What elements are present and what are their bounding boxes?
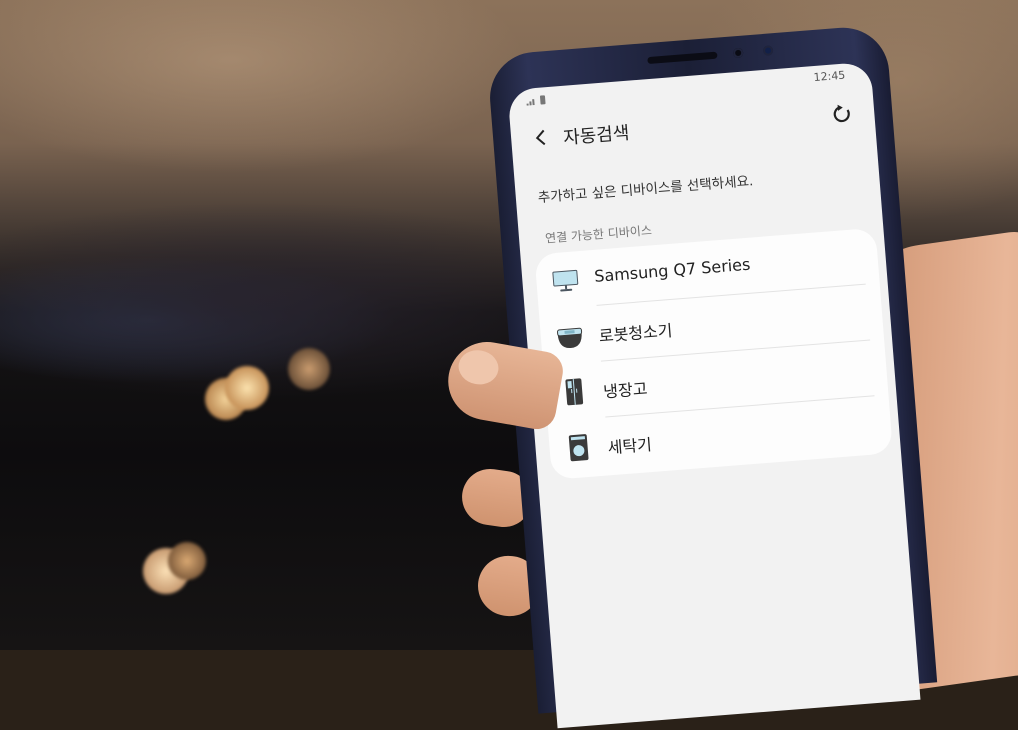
signal-icon [526,99,535,106]
refresh-icon [833,104,850,123]
section-label: 연결 가능한 디바이스 [544,223,653,246]
status-time: 12:45 [813,68,846,85]
device-label: 세탁기 [607,434,653,458]
device-label: 로봇청소기 [598,320,674,346]
bokeh-light [288,348,330,390]
bokeh-light [225,366,269,410]
device-list: Samsung Q7 Series 로봇청소기 냉장고 세탁기 [534,227,894,480]
iris-sensor [762,45,774,56]
refresh-button[interactable] [827,99,857,129]
bokeh-light [168,542,206,580]
device-label: Samsung Q7 Series [593,254,751,286]
page-title: 자동검색 [562,122,631,149]
back-button[interactable] [526,123,556,153]
tv-icon [552,269,579,292]
refrigerator-icon [565,378,584,406]
chevron-left-icon [535,129,546,146]
earpiece [647,51,718,65]
battery-icon [539,95,546,105]
thumbnail-nail [455,347,502,388]
front-camera [732,47,744,59]
washing-machine-icon [568,434,589,462]
phone-screen: 12:45 자동검색 추가하고 싶은 디바이스를 선택하세요. 연결 가능한 디… [507,61,921,729]
robot-vacuum-icon [557,327,583,348]
device-label: 냉장고 [602,379,649,402]
instruction-text: 추가하고 싶은 디바이스를 선택하세요. [537,173,754,207]
